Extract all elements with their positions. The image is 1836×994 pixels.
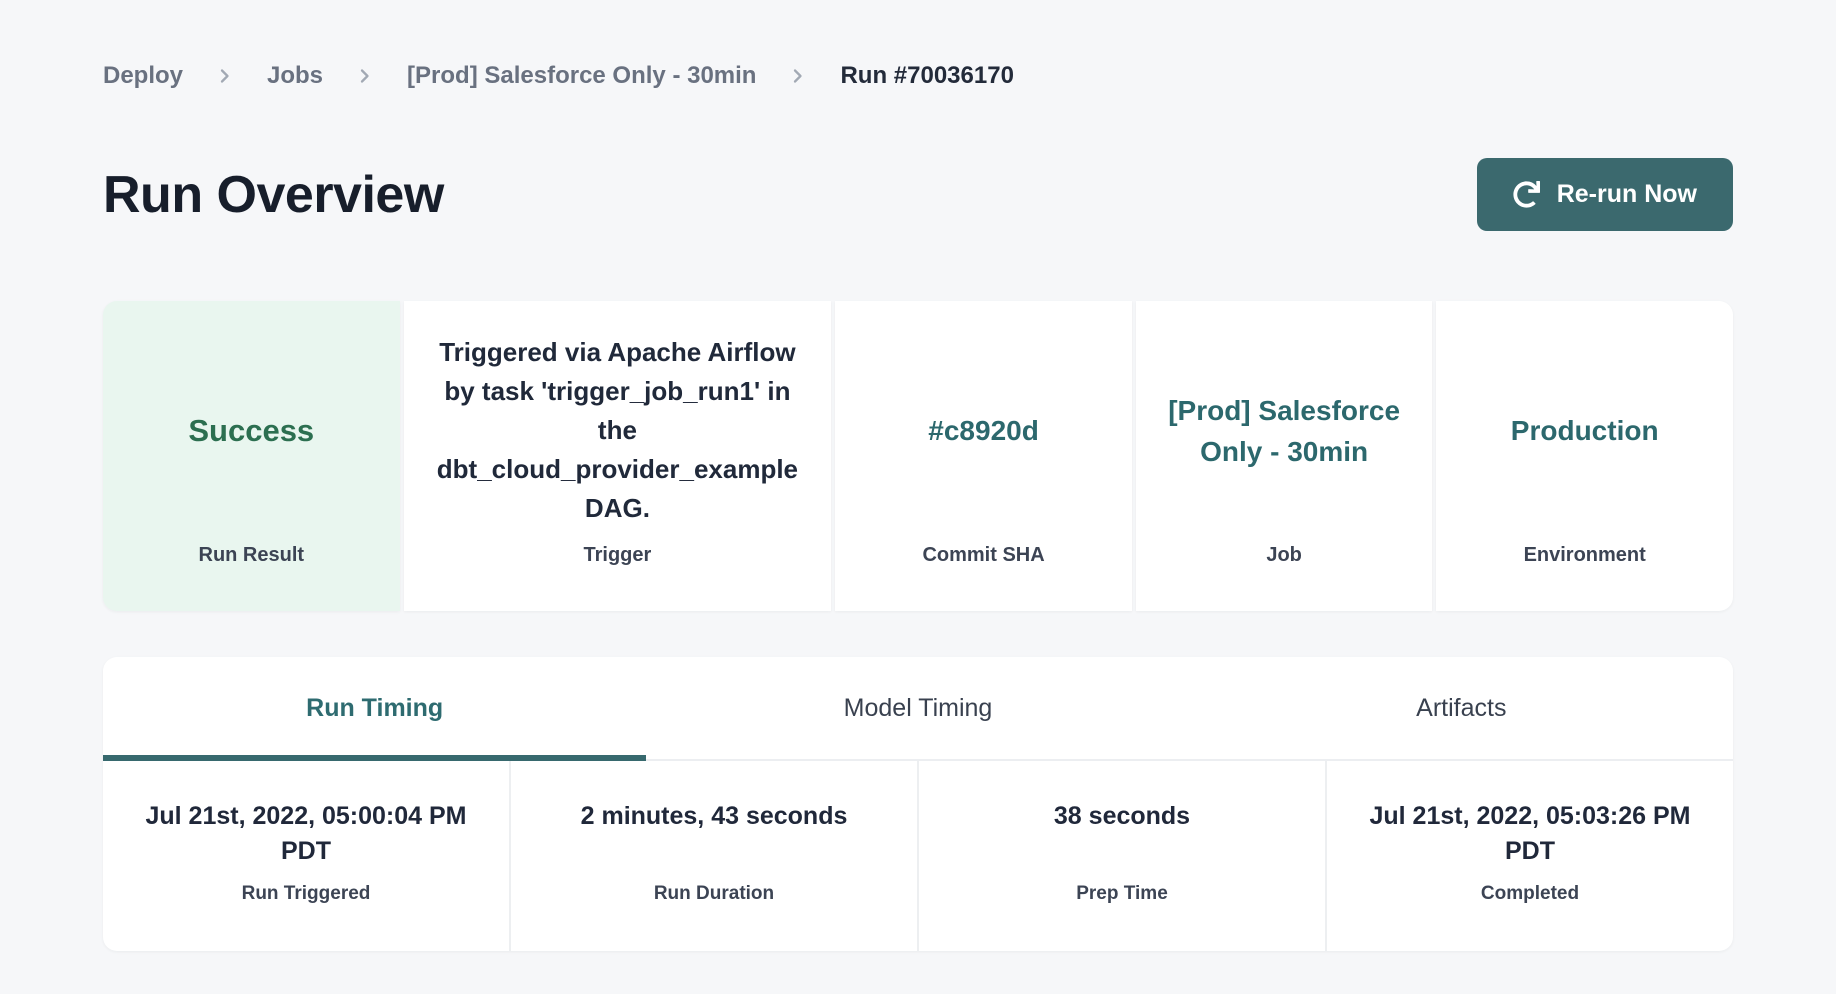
breadcrumb-item-job-name[interactable]: [Prod] Salesforce Only - 30min — [407, 62, 756, 90]
run-duration-value: 2 minutes, 43 seconds — [540, 799, 888, 875]
tab-artifacts[interactable]: Artifacts — [1190, 657, 1733, 759]
chevron-right-icon — [217, 68, 233, 84]
run-timing-row: Jul 21st, 2022, 05:00:04 PM PDT Run Trig… — [103, 761, 1733, 951]
run-result-card: Success Run Result — [103, 301, 400, 611]
chevron-right-icon — [357, 68, 373, 84]
job-label: Job — [1136, 544, 1433, 611]
completed-label: Completed — [1327, 883, 1733, 905]
prep-time-cell: 38 seconds Prep Time — [917, 761, 1325, 951]
breadcrumb-item-jobs[interactable]: Jobs — [267, 62, 323, 90]
rerun-now-button[interactable]: Re-run Now — [1477, 158, 1733, 231]
run-duration-cell: 2 minutes, 43 seconds Run Duration — [509, 761, 917, 951]
tab-bar: Run Timing Model Timing Artifacts — [103, 657, 1733, 761]
run-triggered-cell: Jul 21st, 2022, 05:00:04 PM PDT Run Trig… — [103, 761, 509, 951]
tab-run-timing[interactable]: Run Timing — [103, 657, 646, 759]
run-details-panel: Run Timing Model Timing Artifacts Jul 21… — [103, 657, 1733, 951]
breadcrumb: Deploy Jobs [Prod] Salesforce Only - 30m… — [103, 62, 1733, 90]
chevron-right-icon — [790, 68, 806, 84]
run-result-label: Run Result — [103, 544, 400, 611]
environment-card: Production Environment — [1436, 301, 1733, 611]
trigger-label: Trigger — [404, 544, 832, 611]
run-triggered-value: Jul 21st, 2022, 05:00:04 PM PDT — [132, 799, 480, 875]
commit-sha-card: #c8920d Commit SHA — [835, 301, 1132, 611]
job-card: [Prod] Salesforce Only - 30min Job — [1136, 301, 1433, 611]
rerun-now-label: Re-run Now — [1557, 180, 1697, 209]
completed-value: Jul 21st, 2022, 05:03:26 PM PDT — [1356, 799, 1704, 875]
trigger-value: Triggered via Apache Airflow by task 'tr… — [432, 333, 804, 528]
run-overview-page: Deploy Jobs [Prod] Salesforce Only - 30m… — [0, 62, 1836, 951]
page-header: Run Overview Re-run Now — [103, 158, 1733, 231]
environment-label: Environment — [1436, 544, 1733, 611]
prep-time-label: Prep Time — [919, 883, 1325, 905]
tab-model-timing[interactable]: Model Timing — [646, 657, 1189, 759]
breadcrumb-item-deploy[interactable]: Deploy — [103, 62, 183, 90]
commit-sha-link[interactable]: #c8920d — [928, 410, 1039, 451]
run-result-value: Success — [188, 413, 314, 449]
run-duration-label: Run Duration — [511, 883, 917, 905]
run-triggered-label: Run Triggered — [103, 883, 509, 905]
commit-sha-label: Commit SHA — [835, 544, 1132, 611]
trigger-card: Triggered via Apache Airflow by task 'tr… — [404, 301, 832, 611]
environment-link[interactable]: Production — [1511, 410, 1659, 451]
breadcrumb-item-run-number: Run #70036170 — [840, 62, 1013, 90]
page-title: Run Overview — [103, 165, 444, 225]
completed-cell: Jul 21st, 2022, 05:03:26 PM PDT Complete… — [1325, 761, 1733, 951]
run-summary-row: Success Run Result Triggered via Apache … — [103, 301, 1733, 611]
refresh-icon — [1513, 181, 1540, 208]
prep-time-value: 38 seconds — [948, 799, 1296, 875]
job-link[interactable]: [Prod] Salesforce Only - 30min — [1168, 390, 1400, 472]
